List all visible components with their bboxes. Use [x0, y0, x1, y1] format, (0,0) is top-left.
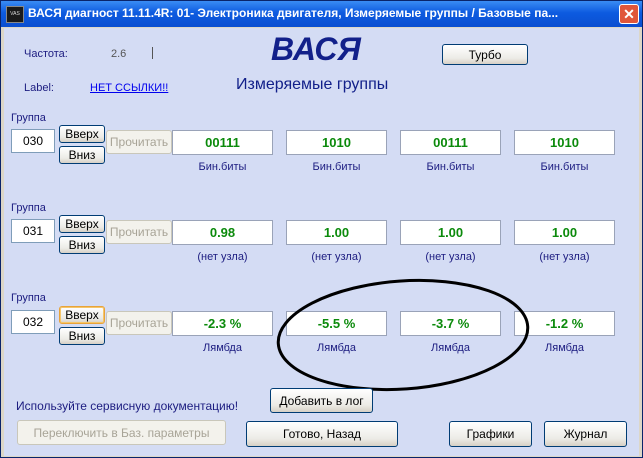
group-label: Группа — [11, 202, 46, 214]
group-value-box: 00111 — [400, 130, 501, 155]
group-value-box: 0.98 — [172, 220, 273, 245]
group-up-button[interactable]: Вверх — [59, 125, 105, 143]
group-value-box: -5.5 % — [286, 311, 387, 336]
group-unit-label: Лямбда — [431, 342, 470, 354]
group-value-box: 1.00 — [514, 220, 615, 245]
group-value-box: 1010 — [286, 130, 387, 155]
group-value-box: -1.2 % — [514, 311, 615, 336]
group-up-button[interactable]: Вверх — [59, 306, 105, 324]
group-read-button[interactable]: Прочитать — [106, 311, 172, 335]
group-read-button[interactable]: Прочитать — [106, 130, 172, 154]
close-icon[interactable]: ✕ — [619, 4, 639, 24]
group-unit-label: Лямбда — [203, 342, 242, 354]
group-down-button[interactable]: Вниз — [59, 146, 105, 164]
done-back-button[interactable]: Готово, Назад — [246, 421, 398, 447]
group-up-button[interactable]: Вверх — [59, 215, 105, 233]
group-value-box: -3.7 % — [400, 311, 501, 336]
client-area: Частота: 2.6 Label: НЕТ ССЫЛКИ!! ВАСЯ Из… — [4, 28, 639, 456]
turbo-button[interactable]: Турбо — [442, 44, 528, 65]
group-unit-label: Бин.биты — [312, 161, 361, 173]
window-title: ВАСЯ диагност 11.11.4R: 01- Электроника … — [28, 6, 559, 20]
app-window: VAS ВАСЯ диагност 11.11.4R: 01- Электрон… — [0, 0, 643, 458]
group-down-button[interactable]: Вниз — [59, 236, 105, 254]
app-icon: VAS — [6, 6, 24, 23]
group-unit-label: Бин.биты — [198, 161, 247, 173]
app-name-title: ВАСЯ — [271, 31, 361, 67]
group-down-button[interactable]: Вниз — [59, 327, 105, 345]
group-unit-label: (нет узла) — [311, 251, 362, 263]
group-label: Группа — [11, 292, 46, 304]
group-unit-label: (нет узла) — [425, 251, 476, 263]
group-value-box: 1.00 — [400, 220, 501, 245]
frequency-divider — [152, 47, 153, 59]
group-unit-label: (нет узла) — [197, 251, 248, 263]
group-unit-label: Лямбда — [545, 342, 584, 354]
add-to-log-button[interactable]: Добавить в лог — [270, 388, 373, 413]
group-value-box: -2.3 % — [172, 311, 273, 336]
group-value-box: 00111 — [172, 130, 273, 155]
journal-button[interactable]: Журнал — [544, 421, 627, 447]
page-subtitle: Измеряемые группы — [236, 76, 389, 93]
group-read-button[interactable]: Прочитать — [106, 220, 172, 244]
frequency-value: 2.6 — [111, 48, 127, 60]
group-value-box: 1.00 — [286, 220, 387, 245]
group-unit-label: Бин.биты — [540, 161, 589, 173]
switch-basic-params-button[interactable]: Переключить в Баз. параметры — [17, 420, 226, 445]
group-unit-label: (нет узла) — [539, 251, 590, 263]
title-bar[interactable]: VAS ВАСЯ диагност 11.11.4R: 01- Электрон… — [1, 1, 642, 27]
service-hint: Используйте сервисную документацию! — [16, 399, 239, 413]
graphs-button[interactable]: Графики — [449, 421, 532, 447]
group-value-box: 1010 — [514, 130, 615, 155]
group-number-input[interactable]: 031 — [11, 219, 55, 243]
group-unit-label: Бин.биты — [426, 161, 475, 173]
label-link[interactable]: НЕТ ССЫЛКИ!! — [90, 82, 168, 94]
frequency-label: Частота: — [24, 48, 68, 60]
group-label: Группа — [11, 112, 46, 124]
group-unit-label: Лямбда — [317, 342, 356, 354]
group-number-input[interactable]: 030 — [11, 129, 55, 153]
group-number-input[interactable]: 032 — [11, 310, 55, 334]
label-label: Label: — [24, 82, 54, 94]
